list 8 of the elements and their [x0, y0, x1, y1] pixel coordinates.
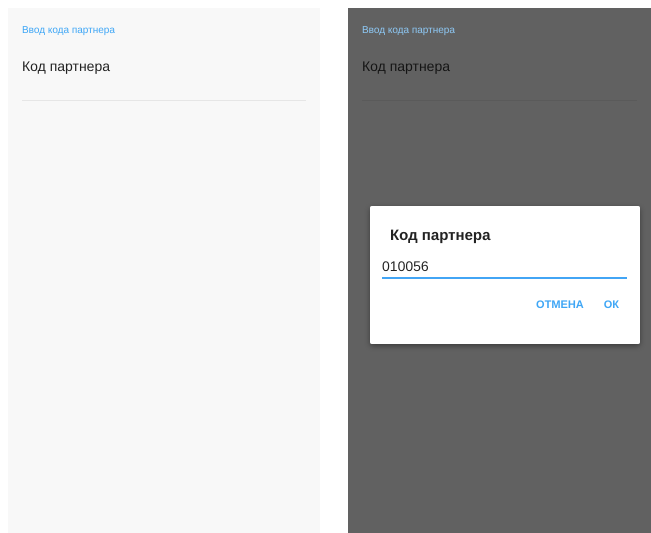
dialog-button[interactable]: ОТМЕНА — [528, 293, 592, 317]
input-field[interactable]: 010056 — [382, 254, 627, 279]
screen-header: Ввод кода партнера — [22, 25, 115, 36]
screen-header: Ввод кода партнера — [362, 25, 455, 36]
setting-item[interactable]: Код партнера — [362, 36, 637, 101]
setting-item[interactable]: Код партнера — [22, 36, 306, 101]
dialog-button[interactable]: ОК — [596, 293, 627, 317]
dialog-title: Код партнера — [390, 227, 490, 244]
